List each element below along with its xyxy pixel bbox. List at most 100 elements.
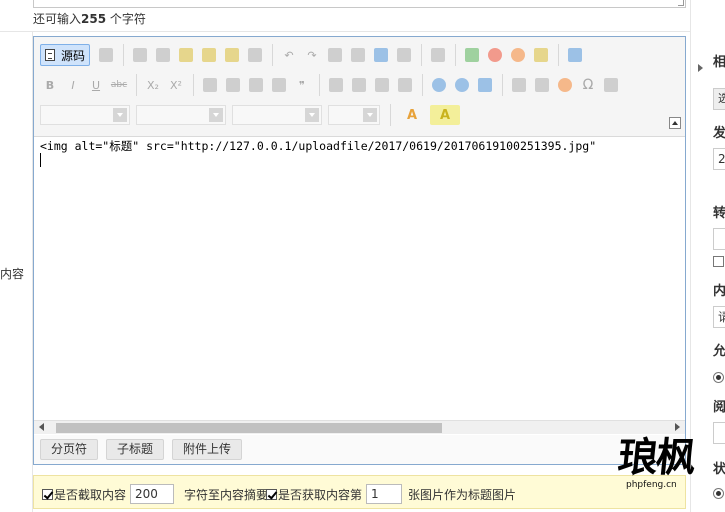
special-char-icon[interactable]: Ω [578,75,598,95]
publish-date-input[interactable]: 2 [713,148,725,170]
smiley-icon[interactable] [555,75,575,95]
cut-summary-suffix: 字符至内容摘要 [184,487,269,502]
subscript-icon[interactable]: X₂ [143,75,163,95]
scroll-right-icon[interactable] [675,423,680,431]
status-radio[interactable] [713,488,724,499]
char-hint-prefix: 还可输入 [33,12,82,26]
align-left-icon[interactable] [326,75,346,95]
flash-icon[interactable] [485,45,505,65]
strike-icon[interactable]: abc [109,75,129,95]
toolbar-separator [272,44,274,66]
blockquote-icon[interactable]: ❞ [292,75,312,95]
scrollbar-thumb[interactable] [56,423,442,433]
content-options-bar: 是否截取内容 200 字符至内容摘要 是否获取内容第 1 张图片作为标题图片 [33,475,686,509]
image-icon[interactable] [462,45,482,65]
watermark-logo: 琅枫 [615,434,697,481]
justify-icon[interactable] [395,75,415,95]
page-break-button[interactable]: 分页符 [40,439,99,460]
content-select[interactable]: 请 [713,306,725,328]
table-icon[interactable] [509,75,529,95]
attachment-upload-button[interactable]: 附件上传 [172,439,243,460]
toolbar-separator [422,74,423,96]
sidebar-label-related: 相 [713,55,725,70]
video-icon[interactable] [531,45,551,65]
paste-text-icon[interactable] [199,45,219,65]
get-thumb-option: 是否获取内容第 1 张图片作为标题图片 [266,484,516,504]
paste-icon[interactable] [176,45,196,65]
chevron-down-icon [305,108,319,122]
char-remaining-hint: 还可输入255 个字符 [33,10,146,27]
toolbar-separator [502,74,503,96]
unlink-icon[interactable] [452,75,472,95]
indent-icon[interactable] [269,75,289,95]
sidebar-select-button[interactable]: 选 [713,88,725,110]
font-dropdown[interactable] [136,105,226,125]
bg-color-icon[interactable]: A [430,105,460,125]
redo-icon[interactable]: ↷ [302,45,322,65]
sidebar-label-status: 状 [713,462,725,477]
source-code-area[interactable]: <img alt="标题" src="http://127.0.0.1/uplo… [34,137,685,420]
italic-icon[interactable]: I [63,75,83,95]
chevron-right-icon [698,64,703,72]
align-center-icon[interactable] [349,75,369,95]
replace-icon[interactable] [348,45,368,65]
thumb-index-input[interactable]: 1 [366,484,403,504]
copy-icon[interactable] [153,45,173,65]
cut-summary-length-input[interactable]: 200 [130,484,175,504]
redirect-input[interactable] [713,228,725,250]
toolbar-separator [319,74,320,96]
media-icon[interactable] [508,45,528,65]
source-button[interactable]: 源码 [40,44,91,66]
sidebar-label-publish: 发 [713,126,725,141]
toolbar-separator [390,104,391,126]
remove-format-icon[interactable] [394,45,414,65]
get-thumb-checkbox[interactable] [266,488,277,500]
content-editor-page: 还可输入255 个字符 内容 源码 ↶ ↷ B I U abc X₂ X² ❞ … [0,0,725,512]
superscript-icon[interactable]: X² [166,75,186,95]
row-divider [0,31,690,32]
toolbar-collapse-icon[interactable] [669,117,681,129]
new-doc-icon[interactable] [96,45,116,65]
bold-icon[interactable]: B [40,75,60,95]
allow-radio[interactable] [713,372,724,383]
maximize-icon[interactable] [565,45,585,65]
sidebar-label-redirect: 转 [713,206,725,221]
cut-summary-label: 是否截取内容 [54,487,127,502]
cut-summary-checkbox[interactable] [42,488,53,500]
paste-word-icon[interactable] [222,45,242,65]
subtitle-button[interactable]: 子标题 [106,439,165,460]
watermark-site: phpfeng.cn [626,480,677,490]
undo-icon[interactable]: ↶ [279,45,299,65]
source-button-label: 源码 [61,48,86,63]
toolbar-separator [455,44,457,66]
redirect-checkbox[interactable] [713,256,724,267]
get-thumb-label: 是否获取内容第 [278,487,363,502]
resize-grip-icon[interactable] [678,0,684,6]
size-dropdown[interactable] [232,105,322,125]
read-permission-input[interactable] [713,422,725,444]
horizontal-scrollbar[interactable] [34,420,685,434]
unordered-list-icon[interactable] [223,75,243,95]
toolbar-row-1: 源码 ↶ ↷ [40,43,588,67]
outdent-icon[interactable] [246,75,266,95]
rich-text-editor: 源码 ↶ ↷ B I U abc X₂ X² ❞ Ω A A <img alt=… [33,36,686,465]
site-watermark: 琅枫 phpfeng.cn [615,434,698,496]
get-thumb-suffix: 张图片作为标题图片 [408,487,517,502]
find-icon[interactable] [325,45,345,65]
anchor-icon[interactable] [475,75,495,95]
scroll-left-icon[interactable] [39,423,44,431]
style-dropdown[interactable] [328,105,380,125]
select-all-icon[interactable] [371,45,391,65]
description-textarea[interactable] [33,0,686,8]
link-icon[interactable] [429,75,449,95]
ordered-list-icon[interactable] [200,75,220,95]
align-right-icon[interactable] [372,75,392,95]
format-dropdown[interactable] [40,105,130,125]
print-icon[interactable] [245,45,265,65]
underline-icon[interactable]: U [86,75,106,95]
page-break-icon[interactable] [601,75,621,95]
horizontal-rule-icon[interactable] [532,75,552,95]
text-color-icon[interactable]: A [397,105,427,125]
preview-icon[interactable] [428,45,448,65]
cut-icon[interactable] [130,45,150,65]
